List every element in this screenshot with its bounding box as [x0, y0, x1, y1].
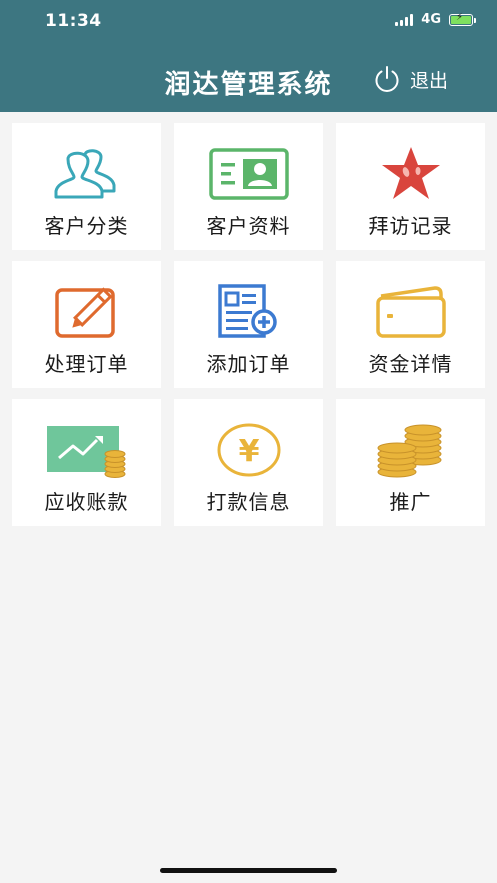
- menu-item-receivables[interactable]: 应收账款: [12, 399, 161, 526]
- wallet-icon: [375, 286, 446, 338]
- id-card-icon: [208, 148, 289, 200]
- network-type: 4G: [421, 12, 441, 27]
- yen-coin-icon: ¥: [217, 423, 280, 477]
- status-indicators: 4G ⚡: [395, 12, 476, 27]
- menu-item-process-orders[interactable]: 处理订单: [12, 261, 161, 388]
- star-icon: [381, 147, 440, 199]
- status-time: 11:34: [45, 11, 102, 31]
- power-icon: [375, 66, 399, 92]
- menu-item-label: 客户分类: [44, 214, 129, 238]
- menu-item-visit-records[interactable]: 拜访记录: [336, 123, 485, 250]
- menu-item-label: 客户资料: [206, 214, 291, 238]
- menu-item-customer-category[interactable]: 客户分类: [12, 123, 161, 250]
- logout-button[interactable]: 退出: [372, 64, 448, 94]
- menu-item-label: 推广: [389, 490, 432, 514]
- menu-item-label: 应收账款: [44, 490, 129, 514]
- menu-item-promotion[interactable]: 推广: [336, 399, 485, 526]
- coin-stacks-icon: [377, 424, 441, 478]
- menu-grid: 客户分类 客户资料 拜访记录 处理订单 添加订单 资金详情 应收账款 ¥ 打款信…: [12, 123, 486, 526]
- customers-icon: [54, 149, 115, 199]
- menu-item-label: 添加订单: [206, 352, 291, 376]
- edit-icon: [54, 287, 115, 338]
- menu-item-fund-details[interactable]: 资金详情: [336, 261, 485, 388]
- menu-item-payment-info[interactable]: ¥ 打款信息: [174, 399, 323, 526]
- menu-item-label: 拜访记录: [368, 214, 453, 238]
- signal-icon: [395, 13, 414, 26]
- home-indicator[interactable]: [160, 868, 337, 873]
- logout-label: 退出: [410, 69, 449, 92]
- menu-item-label: 打款信息: [206, 490, 291, 514]
- menu-item-add-order[interactable]: 添加订单: [174, 261, 323, 388]
- menu-item-label: 资金详情: [368, 352, 453, 376]
- add-document-icon: [217, 284, 277, 338]
- app-header: 11:34 4G ⚡ 润达管理系统 退出: [0, 0, 497, 112]
- battery-icon: ⚡: [449, 12, 476, 26]
- menu-item-label: 处理订单: [44, 352, 129, 376]
- svg-text:¥: ¥: [238, 434, 259, 469]
- menu-item-customer-info[interactable]: 客户资料: [174, 123, 323, 250]
- trend-coins-icon: [46, 426, 125, 478]
